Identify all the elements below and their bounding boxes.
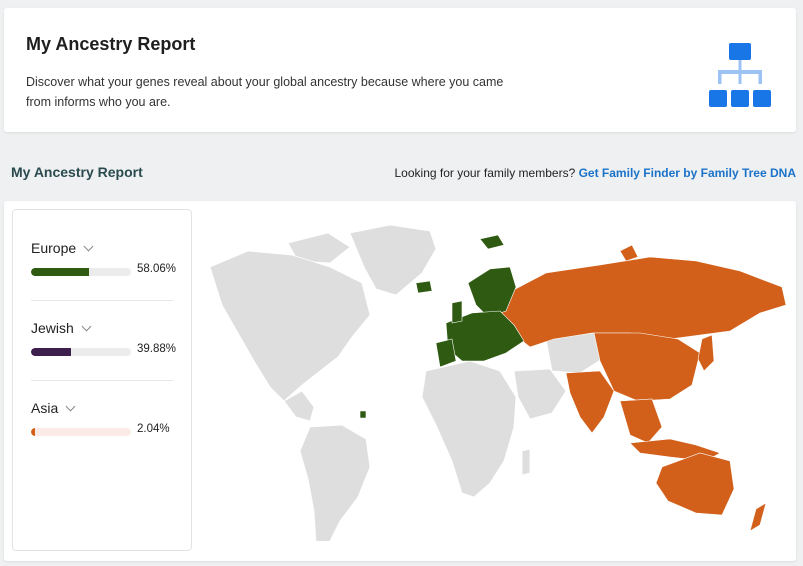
middle-east — [513, 368, 567, 420]
north-america — [209, 250, 371, 402]
page-title: My Ancestry Report — [26, 34, 196, 54]
iceland — [415, 280, 433, 294]
region-jewish-toggle[interactable]: Jewish — [31, 320, 92, 336]
region-jewish-bar — [31, 348, 131, 356]
intro-card: My Ancestry Report Discover what your ge… — [4, 8, 796, 132]
family-finder-question: Looking for your family members? — [394, 166, 576, 180]
family-finder-link[interactable]: Get Family Finder by Family Tree DNA — [579, 166, 796, 180]
french-guiana — [359, 410, 367, 419]
region-asia-bar — [31, 428, 131, 436]
divider — [31, 380, 173, 381]
divider — [31, 300, 173, 301]
region-asia-toggle[interactable]: Asia — [31, 400, 76, 416]
south-asia — [565, 370, 615, 434]
region-jewish-label: Jewish — [31, 320, 74, 336]
south-america — [299, 424, 371, 541]
region-jewish-bar-fill — [31, 348, 71, 356]
region-europe-label: Europe — [31, 240, 77, 256]
africa — [421, 360, 517, 498]
chevron-down-icon — [65, 401, 76, 411]
madagascar — [521, 448, 531, 476]
family-finder-prompt: Looking for your family members? Get Fam… — [395, 166, 797, 180]
region-europe-bar — [31, 268, 131, 276]
svalbard — [479, 234, 505, 250]
world-map[interactable] — [200, 221, 794, 541]
region-jewish-percent: 39.88% — [137, 343, 177, 355]
australia — [655, 452, 735, 516]
iberia — [435, 338, 457, 368]
japan — [697, 334, 715, 372]
british-isles — [451, 300, 463, 324]
region-asia-percent: 2.04% — [137, 423, 170, 435]
region-europe-toggle[interactable]: Europe — [31, 240, 94, 256]
intro-description: Discover what your genes reveal about yo… — [26, 75, 504, 109]
ancestry-panel: Europe 58.06% Jewish 39.88% Asia 2.04% — [4, 201, 796, 561]
new-zealand — [749, 502, 767, 532]
region-asia-label: Asia — [31, 400, 59, 416]
org-chart-icon — [709, 43, 771, 107]
region-europe-percent: 58.06% — [137, 263, 177, 275]
chevron-down-icon — [81, 321, 92, 331]
region-asia-bar-fill — [31, 428, 35, 436]
section-title: My Ancestry Report — [11, 164, 143, 180]
chevron-down-icon — [83, 241, 94, 251]
region-europe-bar-fill — [31, 268, 90, 276]
svalbard-arctic — [619, 244, 639, 262]
southeast-asia — [619, 398, 663, 444]
region-list: Europe 58.06% Jewish 39.88% Asia 2.04% — [12, 209, 192, 551]
